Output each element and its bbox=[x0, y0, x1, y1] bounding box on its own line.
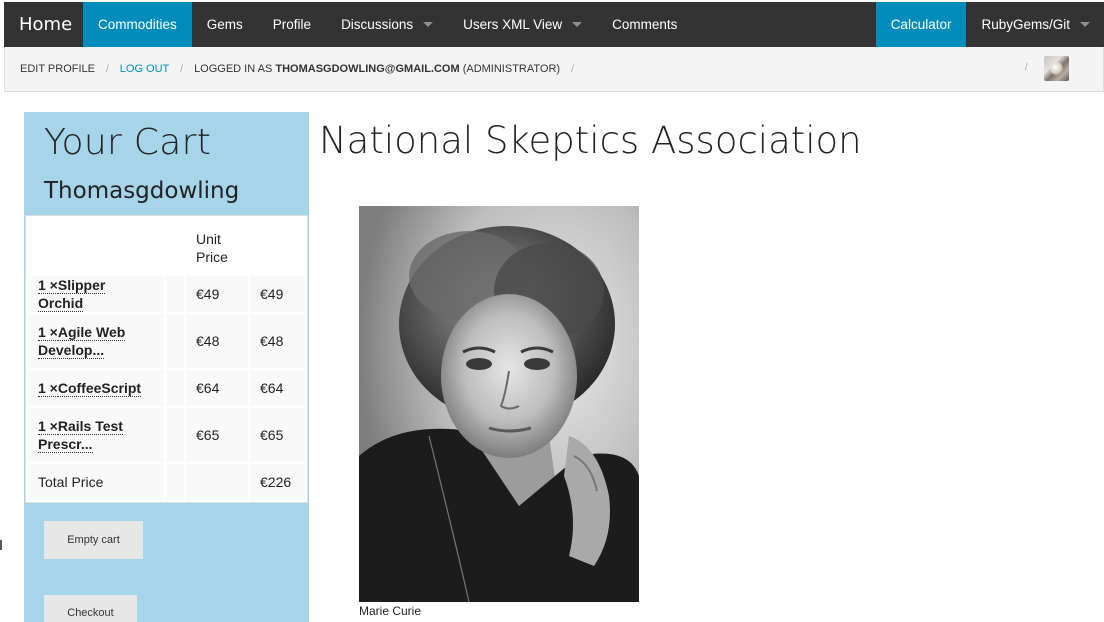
item-name[interactable]: 1 ×CoffeeScript bbox=[28, 370, 164, 406]
item-qty: 1 × bbox=[38, 277, 58, 294]
cart-panel: Your Cart Thomasgdowling Unit Price 1 ×S… bbox=[24, 112, 309, 622]
item-qty: 1 × bbox=[38, 324, 58, 341]
breadcrumb-separator: / bbox=[1025, 62, 1028, 73]
home-link[interactable]: Home bbox=[4, 2, 83, 47]
user-role: (Administrator) bbox=[459, 63, 561, 75]
portrait-image bbox=[359, 206, 639, 602]
item-unit-price: €49 bbox=[186, 276, 248, 312]
cart-title: Your Cart bbox=[44, 122, 212, 163]
nav-item-gems[interactable]: Gems bbox=[192, 2, 258, 47]
table-row: 1 ×Rails Test Prescr... €65 €65 bbox=[28, 408, 305, 462]
page: Home Commodities Gems Profile Discussion… bbox=[0, 0, 1104, 622]
table-row: 1 ×Slipper Orchid €49 €49 bbox=[28, 276, 305, 312]
caret-down-icon bbox=[572, 22, 583, 27]
logged-in-prefix: Logged in as bbox=[194, 63, 276, 75]
header-item bbox=[28, 218, 164, 274]
item-unit-price: €64 bbox=[186, 370, 248, 406]
item-qty: 1 × bbox=[38, 418, 58, 435]
item-unit-price: €48 bbox=[186, 314, 248, 368]
logged-in-status: Logged in as thomasgdowling@gmail.com (A… bbox=[194, 63, 560, 75]
breadcrumb: Edit Profile / Log Out / Logged in as th… bbox=[4, 47, 1104, 92]
avatar[interactable] bbox=[1044, 56, 1069, 81]
header-total bbox=[250, 218, 305, 274]
nav-item-rubygems-git[interactable]: RubyGems/Git bbox=[966, 2, 1104, 47]
table-row: 1 ×CoffeeScript €64 €64 bbox=[28, 370, 305, 406]
cart-username: Thomasgdowling bbox=[44, 178, 240, 204]
item-total: €48 bbox=[250, 314, 305, 368]
nav-item-calculator[interactable]: Calculator bbox=[875, 2, 967, 47]
top-navbar: Home Commodities Gems Profile Discussion… bbox=[4, 2, 1104, 47]
nav-label: RubyGems/Git bbox=[981, 17, 1070, 32]
nav-item-profile[interactable]: Profile bbox=[258, 2, 326, 47]
item-blank bbox=[166, 276, 184, 312]
edit-profile-link[interactable]: Edit Profile bbox=[20, 63, 95, 75]
header-blank bbox=[166, 218, 184, 274]
item-name[interactable]: 1 ×Rails Test Prescr... bbox=[28, 408, 164, 462]
nav-right: Calculator RubyGems/Git bbox=[875, 2, 1104, 47]
nav-item-users-xml-view[interactable]: Users XML View bbox=[448, 2, 597, 47]
nav-item-commodities[interactable]: Commodities bbox=[83, 2, 192, 47]
item-unit-price: €65 bbox=[186, 408, 248, 462]
user-email: thomasgdowling@gmail.com bbox=[275, 63, 460, 75]
caret-down-icon bbox=[423, 22, 434, 27]
item-qty: 1 × bbox=[38, 380, 58, 397]
portrait-photo bbox=[359, 206, 639, 602]
total-label: Total Price bbox=[28, 464, 164, 500]
item-total: €64 bbox=[250, 370, 305, 406]
nav-item-comments[interactable]: Comments bbox=[597, 2, 692, 47]
item-total: €49 bbox=[250, 276, 305, 312]
total-row: Total Price €226 bbox=[28, 464, 305, 500]
item-blank bbox=[166, 408, 184, 462]
image-caption: Marie Curie bbox=[359, 604, 422, 618]
nav-item-discussions[interactable]: Discussions bbox=[326, 2, 448, 47]
header-unit-price: Unit Price bbox=[196, 231, 228, 265]
item-total: €65 bbox=[250, 408, 305, 462]
log-out-link[interactable]: Log Out bbox=[120, 63, 170, 75]
item-blank bbox=[166, 314, 184, 368]
item-name[interactable]: 1 ×Agile Web Develop... bbox=[28, 314, 164, 368]
nav-label: Profile bbox=[272, 17, 312, 32]
nav-label: Users XML View bbox=[463, 17, 563, 32]
nav-left: Commodities Gems Profile Discussions Use… bbox=[83, 2, 692, 47]
total-blank bbox=[166, 464, 184, 500]
breadcrumb-separator: / bbox=[571, 63, 574, 75]
page-title: National Skeptics Association bbox=[319, 119, 862, 162]
caret-down-icon bbox=[1080, 22, 1090, 27]
total-value: €226 bbox=[250, 464, 305, 500]
item-name[interactable]: 1 ×Slipper Orchid bbox=[28, 276, 164, 312]
edge-marker bbox=[0, 540, 2, 550]
item-title: CoffeeScript bbox=[57, 380, 142, 397]
table-row: 1 ×Agile Web Develop... €48 €48 bbox=[28, 314, 305, 368]
cart-table: Unit Price 1 ×Slipper Orchid €49 €49 1 ×… bbox=[25, 215, 308, 503]
nav-label: Discussions bbox=[341, 17, 414, 32]
checkout-button[interactable]: Checkout bbox=[44, 595, 137, 622]
total-blank-unit bbox=[186, 464, 248, 500]
nav-label: Commodities bbox=[98, 17, 177, 32]
empty-cart-button[interactable]: Empty cart bbox=[44, 521, 143, 559]
breadcrumb-separator: / bbox=[180, 63, 184, 75]
cart-header-row: Unit Price bbox=[28, 218, 305, 274]
nav-label: Calculator bbox=[890, 17, 952, 32]
item-blank bbox=[166, 370, 184, 406]
nav-label: Gems bbox=[206, 17, 243, 32]
breadcrumb-separator: / bbox=[105, 63, 109, 75]
nav-label: Comments bbox=[612, 17, 678, 32]
